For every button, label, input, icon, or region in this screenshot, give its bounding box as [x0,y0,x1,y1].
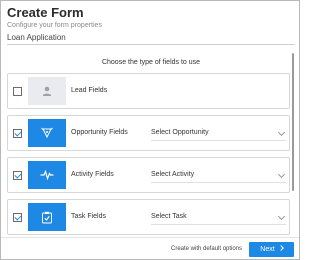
opportunity-icon [41,127,53,139]
dialog-footer: Create with default options Next [1,237,299,259]
dialog-title: Create Form [7,5,84,20]
scrollbar[interactable] [292,53,294,233]
opportunity-label: Opportunity Fields [71,129,128,136]
field-type-prompt: Choose the type of fields to use [101,59,201,66]
task-select[interactable]: Select Task [151,209,286,225]
activity-icon [40,170,54,180]
form-name-field[interactable]: Loan Application [7,31,295,45]
activity-select-value: Select Activity [151,171,195,178]
task-tile [28,203,66,231]
lead-tile [28,77,66,105]
task-checkbox[interactable] [13,213,22,222]
next-button-label: Next [260,246,275,253]
user-icon [42,86,52,96]
opportunity-select[interactable]: Select Opportunity [151,125,286,141]
lead-checkbox[interactable] [13,87,22,96]
task-icon [42,211,52,223]
task-select-value: Select Task [151,213,187,220]
dialog-subtitle: Configure your form properties [7,22,102,29]
field-row-opportunity: Opportunity Fields Select Opportunity [7,115,290,151]
activity-select[interactable]: Select Activity [151,167,286,183]
opportunity-checkbox[interactable] [13,129,22,138]
dialog-header: Create Form Configure your form properti… [7,5,102,29]
field-row-lead: Lead Fields [7,73,290,109]
field-row-task: Task Fields Select Task [7,199,290,235]
chevron-down-icon [277,170,286,179]
next-button[interactable]: Next [249,242,294,257]
chevron-right-icon [277,245,284,251]
create-form-dialog: Create Form Configure your form properti… [0,0,300,260]
activity-tile [28,161,66,189]
opportunity-select-value: Select Opportunity [151,129,209,136]
task-label: Task Fields [71,213,107,220]
scrollbar-thumb[interactable] [292,53,294,191]
activity-checkbox[interactable] [13,171,22,180]
chevron-down-icon [277,212,286,221]
opportunity-tile [28,119,66,147]
activity-label: Activity Fields [71,171,114,178]
chevron-down-icon [277,128,286,137]
create-default-link[interactable]: Create with default options [171,246,242,252]
field-row-activity: Activity Fields Select Activity [7,157,290,193]
lead-label: Lead Fields [71,87,108,94]
field-type-list: Choose the type of fields to use Lead Fi… [7,51,295,235]
